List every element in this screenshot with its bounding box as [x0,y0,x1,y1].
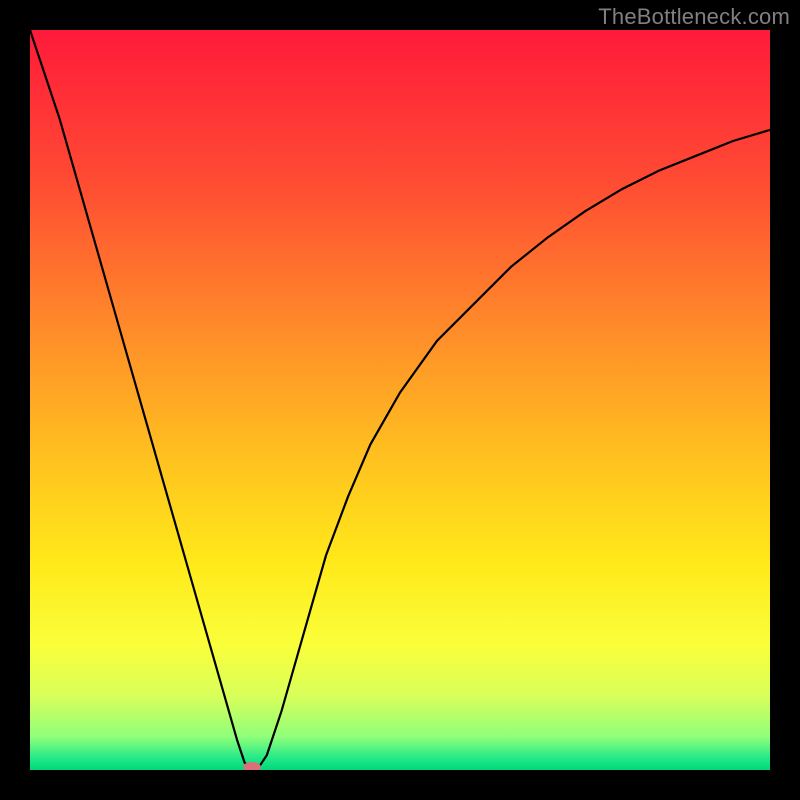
watermark-text: TheBottleneck.com [598,4,790,30]
chart-svg [30,30,770,770]
frame-border-left [0,0,30,800]
chart-plot-area [30,30,770,770]
frame-border-right [770,0,800,800]
frame-border-bottom [0,770,800,800]
